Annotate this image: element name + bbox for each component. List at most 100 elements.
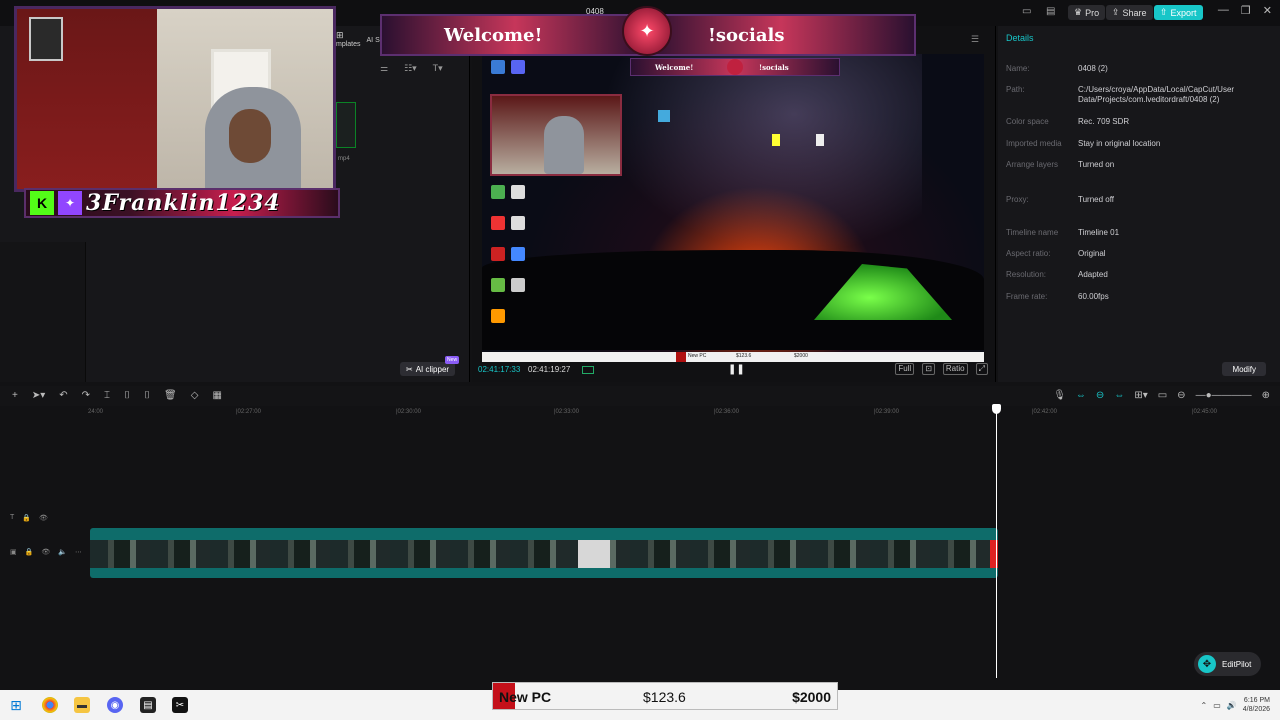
player-controls: 02:41:17:33 02:41:19:27 ❚❚ Full ⊡ Ratio … (472, 360, 996, 382)
sort-icon[interactable]: ☷▾ (404, 63, 417, 74)
timeline-toolbar: + ➤▾ ↶ ↷ ⌶ ⌷ ⌷ 🗑 ◇ ▦ 🎙 ⇔ ⊖ ⇔ ⊞▾ ▭ ⊖ —●——… (0, 386, 1280, 406)
add-icon[interactable]: + (12, 390, 18, 401)
window-controls: — ❐ ✕ (1218, 4, 1272, 17)
total-timecode: 02:41:19:27 (528, 365, 571, 374)
split-left-icon[interactable]: ⌷ (124, 390, 130, 401)
close-icon[interactable]: ✕ (1263, 4, 1272, 17)
zoom-fit-icon[interactable]: ⊡ (922, 363, 935, 375)
new-badge: New (445, 356, 460, 364)
preview-person (544, 116, 584, 174)
playhead[interactable] (996, 406, 997, 678)
playhead-handle[interactable] (992, 404, 1001, 414)
export-button[interactable]: ⇧ Export (1154, 5, 1203, 20)
media-thumbnail[interactable] (336, 102, 356, 148)
desktop-app-icon (491, 60, 505, 74)
media-icon[interactable]: ▦ (212, 390, 221, 401)
pause-icon[interactable]: ❚❚ (728, 364, 745, 375)
preview-socials-text: !socials (759, 63, 789, 72)
caption-icon[interactable]: ▭ (1158, 390, 1167, 401)
network-icon[interactable]: ▭ (1213, 701, 1221, 710)
pro-button[interactable]: ♛ Pro (1068, 5, 1106, 20)
preview-goal-target: $2000 (794, 353, 808, 359)
redo-icon[interactable]: ↷ (82, 390, 90, 401)
ai-clipper-button[interactable]: ✂ AI clipper New (400, 356, 460, 376)
chrome-icon[interactable] (42, 697, 58, 713)
folder-icon[interactable]: ▬ (74, 697, 90, 713)
eye-icon[interactable]: 👁 (39, 514, 48, 522)
desktop-file-icon (816, 134, 824, 146)
export-icon: ⇧ (1160, 7, 1168, 17)
timeline-tools: + ➤▾ ↶ ↷ ⌶ ⌷ ⌷ 🗑 ◇ ▦ (12, 390, 222, 401)
detail-row: Aspect ratio: Original (1006, 249, 1106, 258)
text-filter-icon[interactable]: T▾ (433, 63, 443, 74)
menu-icon[interactable]: ☰ (971, 34, 979, 45)
clip-thumbnails (90, 540, 998, 568)
zoom-in-icon[interactable]: ⊕ (1262, 390, 1270, 401)
maximize-icon[interactable]: ❐ (1241, 4, 1251, 17)
ai-tab[interactable]: AI S (367, 30, 380, 48)
desktop-file-icon (658, 110, 670, 122)
undo-icon[interactable]: ↶ (59, 390, 67, 401)
templates-tab[interactable]: ⊞ mplates (336, 30, 361, 48)
full-button[interactable]: Full (895, 363, 915, 375)
clip-frame-white (578, 540, 610, 568)
more-icon[interactable]: ⋯ (75, 548, 82, 556)
video-preview[interactable]: New PC $123.6 $2000 (482, 54, 984, 362)
twitch-icon: ✦ (58, 191, 82, 215)
select-tool-icon[interactable]: ➤▾ (32, 390, 45, 401)
marker-icon[interactable]: ◇ (191, 390, 199, 401)
kick-icon: K (30, 191, 54, 215)
ruler-tick: |02:30:00 (396, 409, 421, 415)
share-icon: ⇪ (1112, 7, 1120, 17)
capcut-icon[interactable]: ✂ (172, 697, 188, 713)
fullscreen-icon[interactable]: ⤢ (975, 363, 988, 375)
timeline-ruler[interactable]: 24:00 |02:27:00 |02:30:00 |02:33:00 |02:… (0, 406, 1280, 420)
zoom-out-icon[interactable]: ⊖ (1177, 390, 1185, 401)
discord-icon[interactable]: ◉ (107, 697, 123, 713)
share-button[interactable]: ⇪ Share (1106, 5, 1153, 20)
desktop-app-icon (491, 278, 505, 292)
socials-text: !socials (708, 24, 785, 46)
magnet-icon[interactable]: ⊖ (1096, 390, 1104, 401)
player-right-controls: Full ⊡ Ratio ⤢ (895, 363, 988, 375)
speaker-icon[interactable]: 🔈 (58, 548, 67, 556)
details-title: Details (1006, 33, 1034, 43)
ruler-tick: |02:33:00 (554, 409, 579, 415)
snap-icon[interactable]: ⊞▾ (1134, 390, 1147, 401)
windows-start-icon[interactable]: ⊞ (8, 697, 24, 713)
layout-icon[interactable]: ▭ (1022, 6, 1031, 17)
preview-axis-icon[interactable]: ⇔ (1114, 390, 1124, 401)
zoom-slider[interactable]: —●———— (1196, 390, 1252, 401)
microphone-icon[interactable]: 🎙 (1053, 390, 1066, 401)
lock-icon[interactable]: 🔒 (25, 548, 34, 556)
obs-icon[interactable]: ▤ (140, 697, 156, 713)
ratio-button[interactable]: Ratio (942, 363, 968, 375)
person-face (229, 109, 271, 163)
crown-icon: ♛ (1074, 7, 1083, 17)
delete-icon[interactable]: 🗑 (164, 390, 177, 401)
ruler-tick: |02:45:00 (1192, 409, 1217, 415)
video-track-icon: ▣ (10, 549, 17, 556)
preview-welcome-text: Welcome! (655, 63, 694, 72)
welcome-text: Welcome! (444, 24, 543, 46)
split-right-icon[interactable]: ⌷ (144, 390, 150, 401)
text-track-icon: T (10, 514, 15, 521)
panel-icon[interactable]: ▤ (1046, 6, 1055, 17)
modify-button[interactable]: Modify (1222, 362, 1266, 376)
timeline-right-tools: 🎙 ⇔ ⊖ ⇔ ⊞▾ ▭ ⊖ —●———— ⊕ (1053, 390, 1270, 401)
discord-desktop-icon (511, 60, 525, 74)
welcome-banner: Welcome! ✦ !socials (380, 6, 916, 56)
text-track-controls: T 🔒 👁 (10, 514, 48, 522)
filter-icon[interactable]: ⚌ (380, 63, 388, 74)
minimize-icon[interactable]: — (1218, 4, 1229, 17)
volume-icon[interactable]: 🔊 (1227, 701, 1237, 710)
streamer-namebar: K ✦ 3Franklin1234 (24, 188, 340, 218)
chevron-up-icon[interactable]: ⌃ (1201, 701, 1208, 710)
split-icon[interactable]: ⌶ (104, 390, 110, 401)
video-clip[interactable] (90, 528, 998, 578)
lock-icon[interactable]: 🔒 (22, 514, 31, 522)
eye-icon[interactable]: 👁 (41, 548, 50, 556)
link-icon[interactable]: ⇔ (1076, 390, 1086, 401)
clock[interactable]: 6:16 PM 4/8/2026 (1243, 696, 1270, 714)
editpilot-button[interactable]: ✥ EditPilot (1194, 652, 1262, 676)
